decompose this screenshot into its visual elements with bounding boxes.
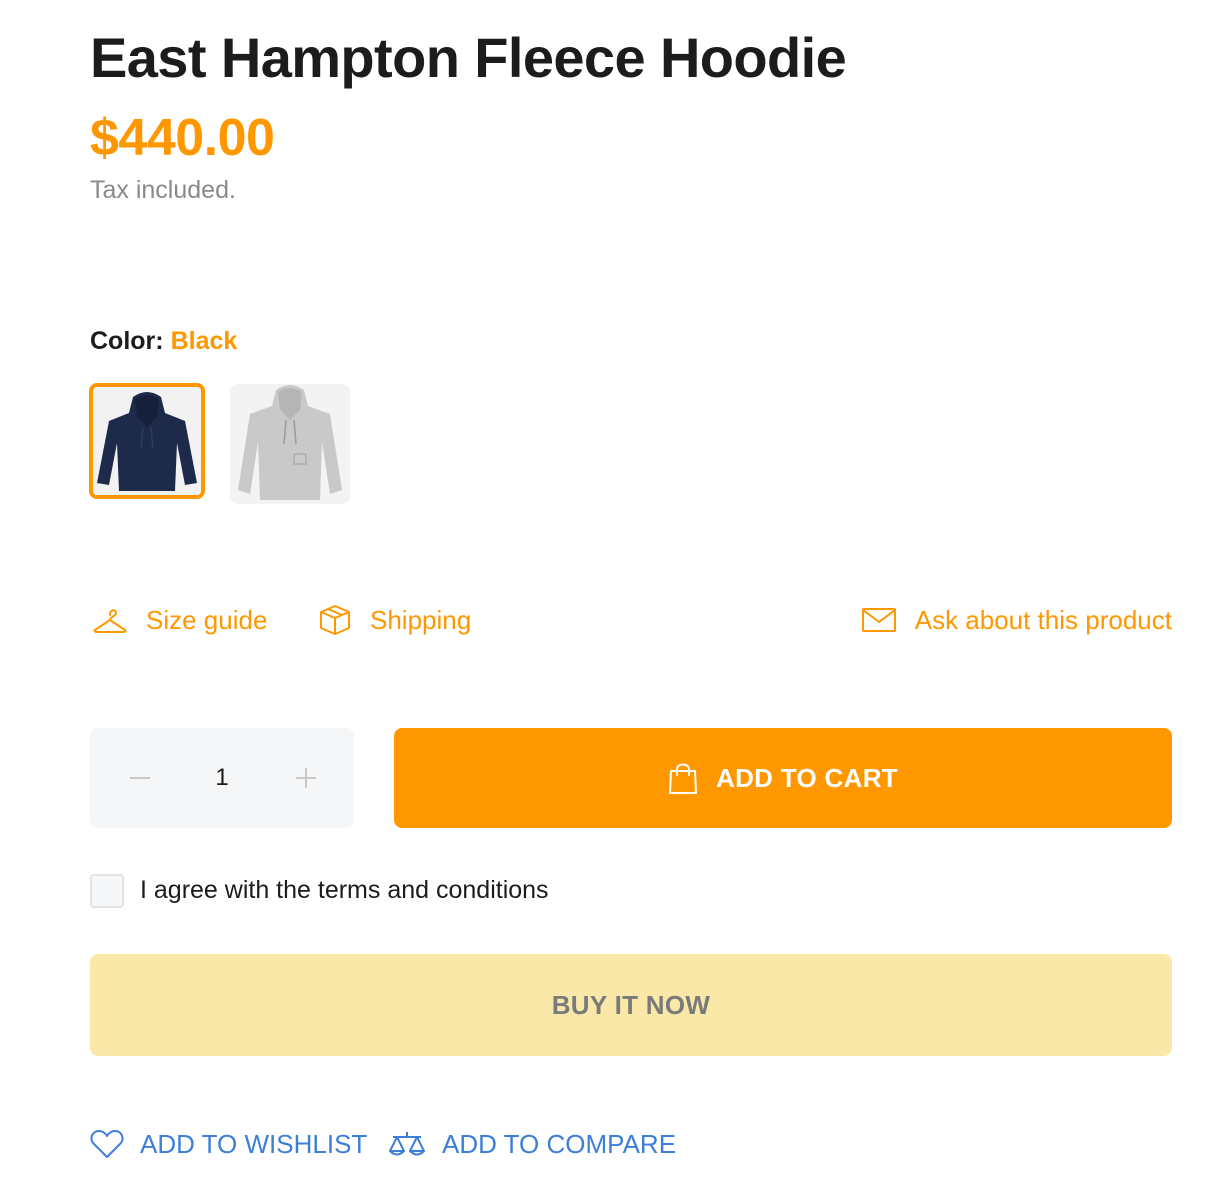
color-label-text: Color: [90, 327, 164, 355]
shopping-bag-icon [669, 763, 698, 794]
minus-icon[interactable] [128, 766, 152, 790]
terms-checkbox[interactable] [90, 874, 124, 908]
heart-icon [90, 1130, 124, 1158]
buy-it-now-label: BUY IT NOW [551, 989, 711, 1020]
buy-it-now-button[interactable]: BUY IT NOW [90, 954, 1172, 1056]
add-to-cart-button[interactable]: ADD TO CART [394, 728, 1172, 828]
shipping-label: Shipping [370, 604, 472, 635]
quantity-stepper: 1 [90, 728, 354, 828]
add-to-wishlist-label: ADD TO WISHLIST [140, 1128, 368, 1159]
color-swatch-gray[interactable] [230, 384, 350, 504]
size-guide-label: Size guide [146, 604, 268, 635]
envelope-icon [861, 608, 896, 632]
add-to-compare-label: ADD TO COMPARE [442, 1128, 677, 1159]
size-guide-link[interactable]: Size guide [92, 600, 267, 640]
add-to-cart-label: ADD TO CART [716, 762, 898, 793]
ask-about-product-link[interactable]: Ask about this product [861, 600, 1172, 640]
tax-note: Tax included. [90, 176, 236, 204]
color-label: Color: Black [90, 325, 237, 357]
plus-icon[interactable] [294, 766, 318, 790]
box-icon [320, 605, 350, 635]
ask-about-product-label: Ask about this product [914, 604, 1172, 635]
product-price: $440.00 [90, 109, 275, 167]
terms-label[interactable]: I agree with the terms and conditions [140, 873, 549, 907]
color-selected-value: Black [170, 327, 238, 355]
add-to-wishlist-link[interactable]: ADD TO WISHLIST [90, 1124, 367, 1164]
navy-hoodie-image [93, 387, 201, 495]
product-title: East Hampton Fleece Hoodie [90, 26, 847, 89]
gray-hoodie-image [230, 384, 350, 504]
add-to-compare-link[interactable]: ADD TO COMPARE [388, 1124, 676, 1164]
hanger-icon [93, 609, 127, 633]
shipping-link[interactable]: Shipping [318, 600, 471, 640]
scales-icon [389, 1132, 425, 1156]
color-swatch-navy[interactable] [89, 383, 205, 499]
